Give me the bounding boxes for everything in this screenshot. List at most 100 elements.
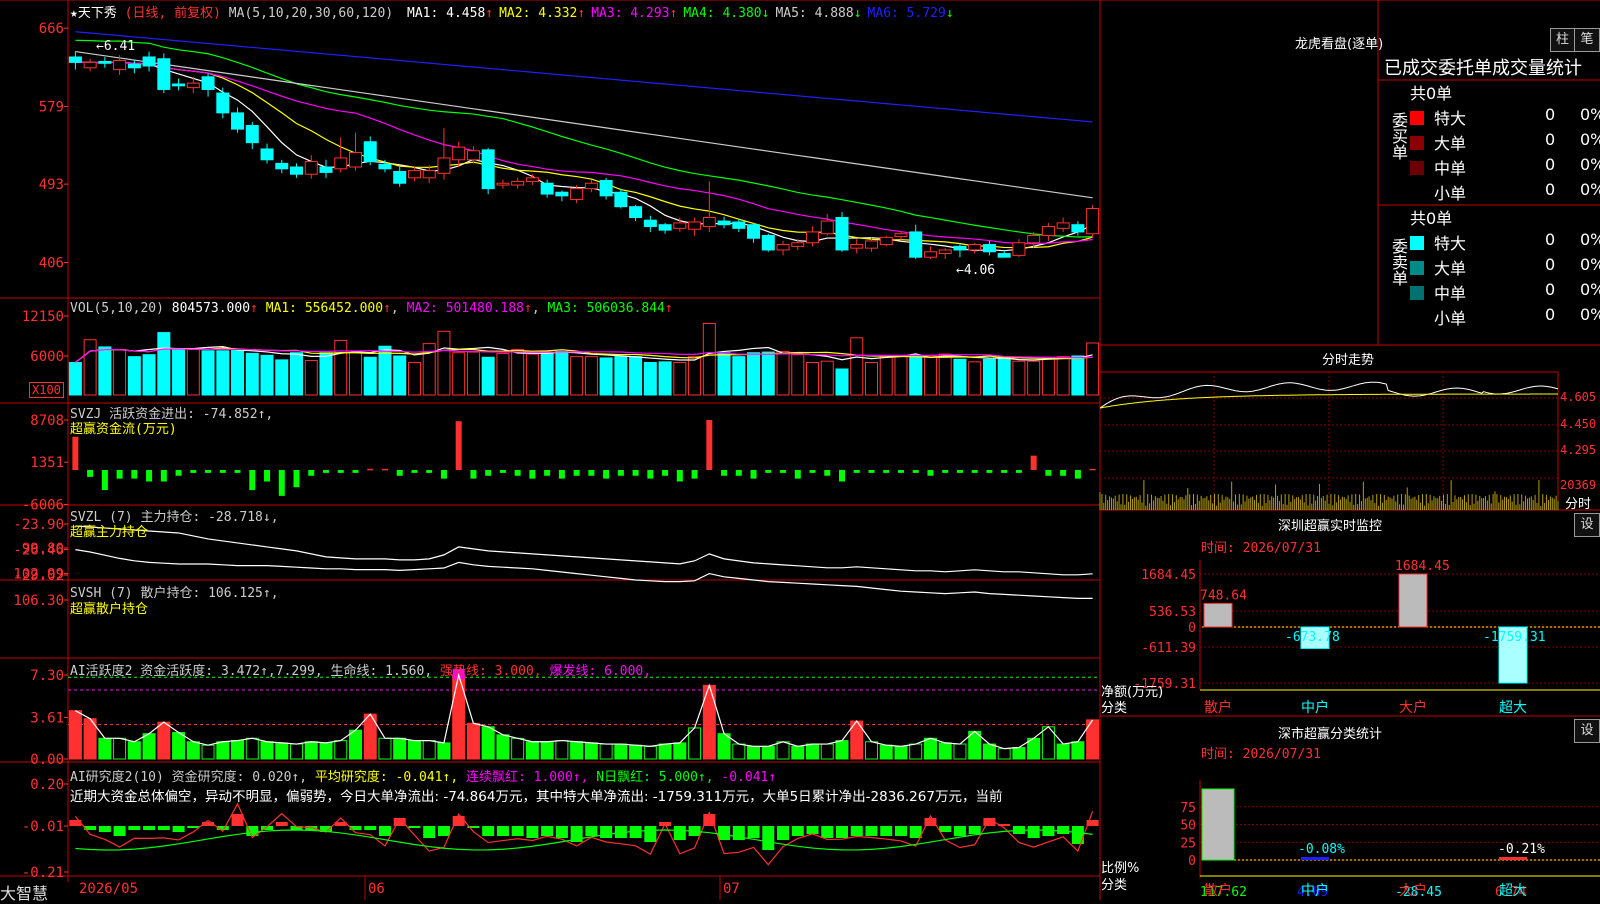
classify-y-tick: 0 (1188, 854, 1196, 869)
research-bar (364, 826, 377, 830)
order-type: 中单 (1434, 159, 1467, 178)
volume-bar (820, 360, 834, 396)
fund-flow-bar (1074, 470, 1081, 479)
research-bar (1057, 826, 1070, 834)
volume-bar (1056, 356, 1070, 396)
fund-flow-bar (352, 470, 359, 473)
volume-bar (923, 355, 937, 396)
vol-unit[interactable]: X100 (29, 382, 64, 398)
intraday-title: 分时走势 (1322, 353, 1375, 368)
bar-mode-button[interactable]: 柱 (1550, 28, 1575, 52)
volume-bar (702, 322, 716, 396)
candle-body (1041, 226, 1055, 237)
fund-flow-bar (721, 470, 728, 476)
candle-body (894, 233, 908, 237)
buy-side-label: 委买单 (1389, 112, 1408, 160)
fund-flow-bar (264, 470, 271, 482)
ai2-comment: 近期大资金总体偏空，异动不明显，偏弱势，今日大单净流出: -74.864万元，其… (70, 789, 1003, 805)
monitor-bar-label: -1759.31 (1483, 630, 1546, 645)
order-count: 0 (1545, 105, 1556, 124)
order-pct: 0% (1580, 305, 1600, 324)
candle-body (806, 231, 820, 244)
volume-bar (747, 352, 761, 396)
activity-bar (1056, 743, 1070, 760)
classify-y-tick: 50 (1180, 819, 1196, 834)
y-tick-label: 8708 (30, 413, 64, 429)
ai2-header: AI研究度2(10) 资金研究度: 0.020↑, 平均研究度: -0.041↑… (70, 770, 777, 785)
activity-bar (997, 748, 1011, 760)
pen-mode-button[interactable]: 笔 (1574, 28, 1600, 52)
research-bar (644, 826, 657, 842)
research-bar (511, 826, 524, 836)
research-bar (777, 826, 790, 840)
ma5-line (75, 61, 1093, 252)
activity-bar (245, 737, 259, 760)
volume-bar (245, 352, 259, 396)
volume-bar (806, 361, 820, 396)
volume-bar (172, 348, 186, 396)
volume-bar (614, 356, 628, 396)
volume-bar (260, 354, 274, 396)
candle-body (909, 231, 923, 258)
fund-flow-bar (883, 470, 890, 473)
fund-flow-bar (780, 470, 787, 473)
candle-body (216, 92, 230, 114)
fund-flow-bar (735, 470, 742, 476)
fund-flow-bar (868, 470, 875, 473)
fund-flow-bar (337, 470, 344, 473)
fund-flow-bar (234, 470, 241, 473)
monitor-settings-button[interactable]: 设 (1574, 513, 1600, 537)
fund-flow-bar (219, 470, 226, 473)
candle-body (1012, 242, 1026, 256)
volume-bar (113, 348, 127, 396)
volume-bar (68, 361, 82, 396)
main-header: ★天下秀 (日线, 前复权) MA(5,10,20,30,60,120) MA1… (70, 2, 954, 21)
x-axis-label: 07 (723, 881, 740, 897)
classify-y-tick: 75 (1180, 801, 1196, 816)
candle-body (835, 216, 849, 251)
volume-bar (938, 353, 952, 396)
activity-bar (378, 737, 392, 760)
candle-body (1056, 222, 1070, 229)
activity-bar (260, 741, 274, 760)
volume-bar (319, 352, 333, 396)
intraday-price-tick: 4.605 (1560, 390, 1596, 404)
volume-bar (584, 356, 598, 396)
classify-settings-button[interactable]: 设 (1574, 719, 1600, 743)
high-marker: ←6.41 (96, 39, 136, 54)
order-row: 小单 0 0% (1410, 180, 1600, 204)
candle-body (982, 244, 996, 253)
research-bar (747, 826, 760, 838)
volume-bar (186, 348, 200, 396)
activity-bar (437, 742, 451, 760)
volume-bar (348, 352, 362, 396)
research-bar (953, 826, 966, 836)
fund-flow-bar (956, 470, 963, 473)
fund-flow-bar (573, 470, 580, 476)
research-bar (113, 826, 126, 836)
candle-body (717, 220, 731, 226)
fund-flow-bar (927, 470, 934, 476)
candle-body (304, 161, 318, 175)
volume-bar (290, 352, 304, 396)
volume-bar (157, 332, 171, 396)
candle-body (968, 244, 982, 251)
sell-side-label: 委卖单 (1389, 238, 1408, 286)
fund-flow-bar (794, 470, 801, 479)
volume-bar (1027, 360, 1041, 396)
fund-flow-bar (765, 470, 772, 473)
activity-bar (290, 743, 304, 760)
activity-bar (643, 745, 657, 760)
fund-flow-bar (971, 470, 978, 473)
ma-value: MA3: 4.293↑ (591, 6, 678, 21)
stock-name[interactable]: ★天下秀 (70, 6, 117, 21)
intraday-vol-tick: 20369 (1560, 478, 1596, 492)
fund-flow-bar (485, 470, 492, 476)
candle-body (614, 191, 628, 208)
fund-flow-bar (514, 470, 521, 476)
fund-flow-bar (1060, 470, 1067, 476)
candle-body (599, 180, 613, 197)
classify-cat: 中户 (1301, 882, 1329, 899)
activity-bar (953, 743, 967, 760)
activity-bar (555, 740, 569, 760)
